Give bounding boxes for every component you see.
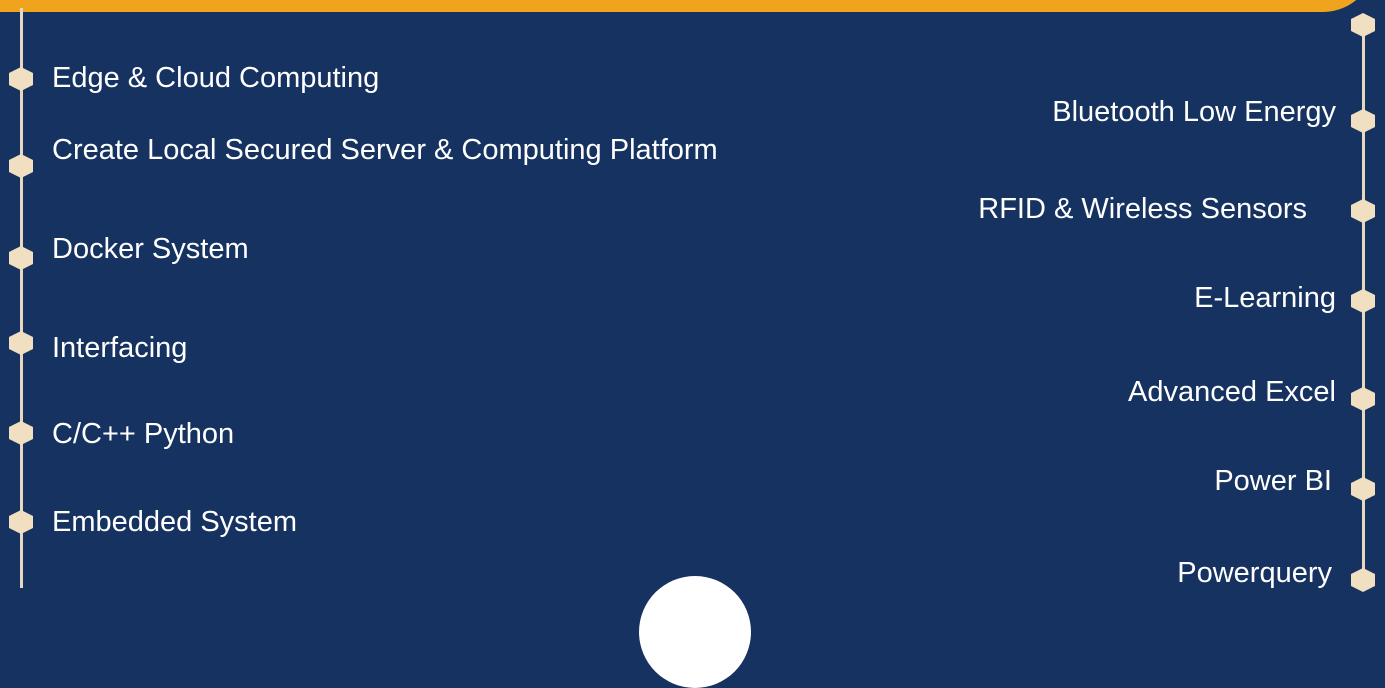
hexagon-node-icon	[1351, 387, 1375, 411]
hexagon-node-icon	[9, 67, 33, 91]
hexagon-node-icon	[1351, 477, 1375, 501]
hexagon-node-icon	[1351, 109, 1375, 133]
left-item-label: Interfacing	[52, 332, 188, 364]
right-item-label: Advanced Excel	[1128, 376, 1336, 408]
hexagon-node-icon	[9, 331, 33, 355]
right-item-label: RFID & Wireless Sensors	[978, 193, 1307, 225]
hexagon-node-icon	[9, 510, 33, 534]
left-item-label: Edge & Cloud Computing	[52, 62, 380, 94]
right-item-label: E-Learning	[1194, 282, 1336, 314]
left-item-label: C/C++ Python	[52, 418, 235, 450]
right-item-label: Powerquery	[1177, 557, 1332, 589]
center-circle-decoration	[639, 576, 751, 688]
right-item-label: Bluetooth Low Energy	[1052, 96, 1336, 128]
left-item-label: Docker System	[52, 233, 249, 265]
left-item-label: Embedded System	[52, 506, 298, 538]
hexagon-node-icon	[9, 421, 33, 445]
hexagon-node-icon	[1351, 289, 1375, 313]
right-item-label: Power BI	[1214, 465, 1332, 497]
hexagon-node-icon	[1351, 568, 1375, 592]
hexagon-node-icon	[1351, 199, 1375, 223]
hexagon-node-icon	[1351, 13, 1375, 37]
hexagon-node-icon	[9, 246, 33, 270]
left-item-label: Create Local Secured Server & Computing …	[52, 134, 718, 166]
top-accent-bar	[0, 0, 1375, 12]
left-connector-line	[20, 8, 23, 588]
hexagon-node-icon	[9, 154, 33, 178]
